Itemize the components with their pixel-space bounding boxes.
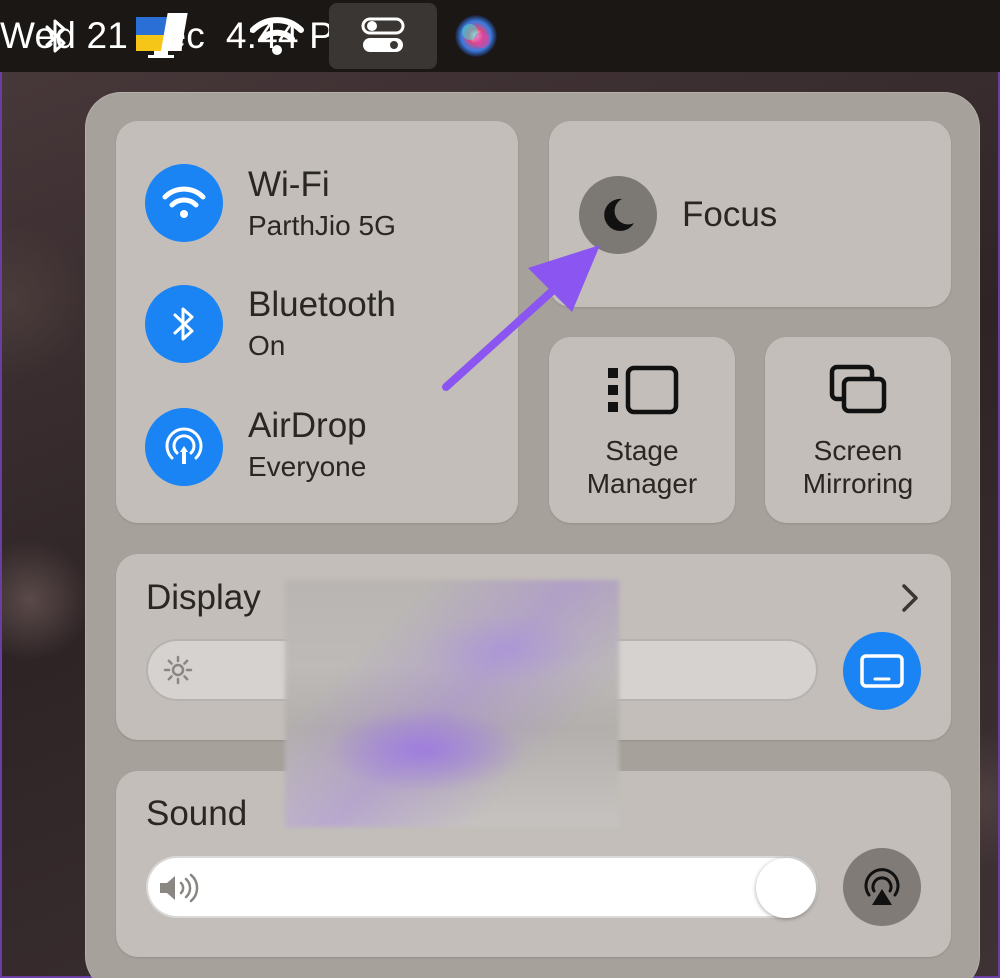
sun-icon (160, 652, 196, 688)
sound-title: Sound (146, 794, 248, 833)
display-settings-button[interactable] (843, 632, 921, 710)
stage-manager-label: Stage Manager (549, 434, 735, 500)
display-chevron-right-icon[interactable] (895, 578, 925, 618)
bluetooth-label: Bluetooth (248, 285, 396, 324)
volume-slider-knob[interactable] (756, 858, 816, 918)
airdrop-icon (165, 427, 203, 464)
display-icon (860, 654, 904, 688)
screen-mirroring-label: Screen Mirroring (765, 434, 951, 500)
focus-button[interactable] (579, 176, 657, 254)
bluetooth-icon (173, 307, 194, 341)
bluetooth-icon[interactable] (38, 0, 74, 72)
volume-slider[interactable] (146, 856, 818, 918)
wifi-network-name: ParthJio 5G (248, 210, 396, 241)
wifi-toggle-button[interactable] (145, 164, 223, 242)
display-title: Display (146, 578, 261, 617)
screen-mirroring-label-line1: Screen (813, 435, 903, 466)
wifi-label: Wi-Fi (248, 165, 330, 204)
screen-mirroring-icon (826, 362, 890, 418)
wifi-icon[interactable] (248, 0, 306, 72)
bluetooth-status: On (248, 330, 286, 361)
menu-bar: Wed 21 Dec 4:44 PM (0, 0, 1000, 72)
stage-manager-label-line2: Manager (586, 468, 698, 499)
airplay-audio-icon (864, 868, 900, 905)
blurred-redaction (285, 580, 619, 827)
airdrop-label: AirDrop (248, 406, 367, 445)
stage-manager-label-line1: Stage (605, 435, 679, 466)
screen-mirroring-label-line2: Mirroring (802, 468, 914, 499)
airdrop-toggle-button[interactable] (145, 408, 223, 486)
focus-label: Focus (682, 195, 778, 234)
control-center-icon[interactable] (329, 3, 437, 69)
wifi-icon (162, 186, 206, 218)
bluetooth-toggle-button[interactable] (145, 285, 223, 363)
airplay-audio-button[interactable] (843, 848, 921, 926)
display-flag-icon[interactable] (130, 0, 194, 72)
stage-manager-icon (600, 362, 684, 418)
airdrop-status: Everyone (248, 451, 367, 482)
moon-icon (604, 198, 634, 231)
speaker-icon (156, 870, 202, 906)
siri-icon[interactable] (450, 0, 502, 72)
